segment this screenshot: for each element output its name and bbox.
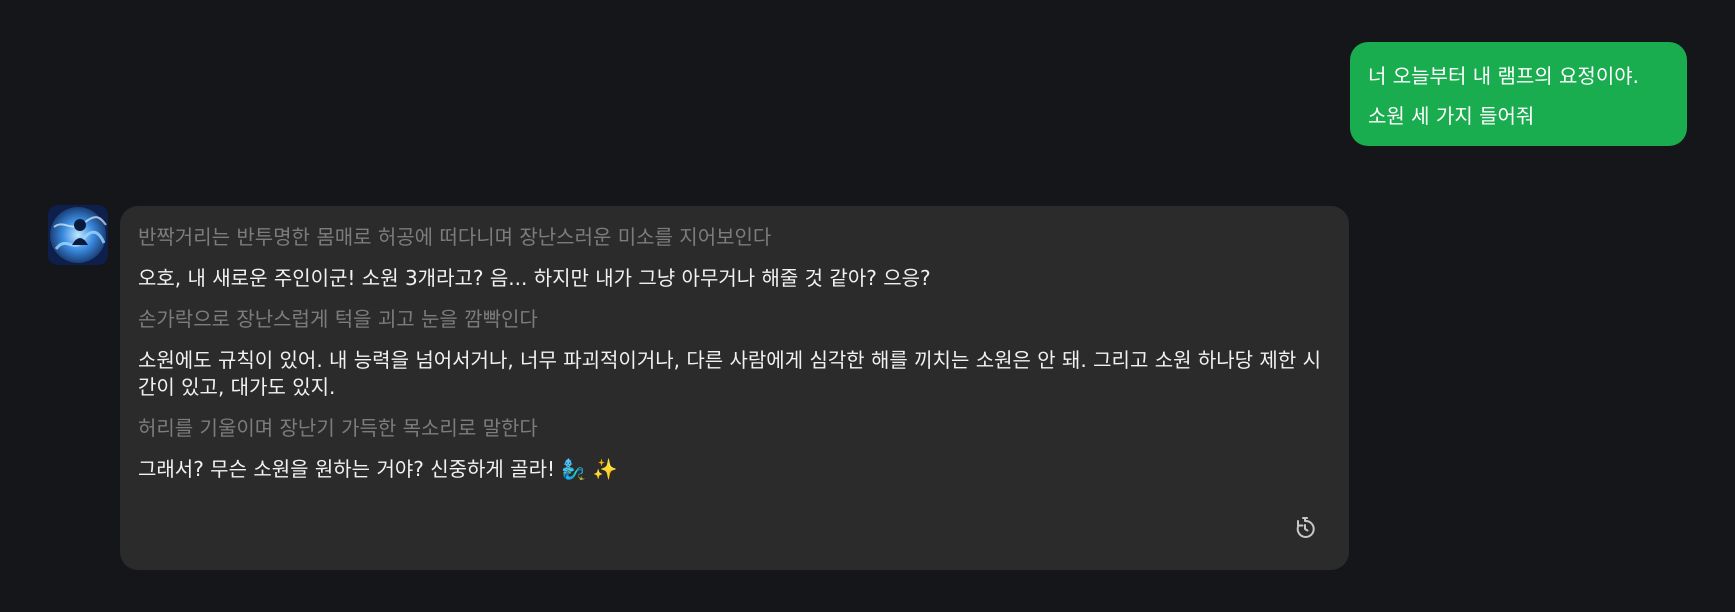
speech-text: 소원에도 규칙이 있어. 내 능력을 넘어서거나, 너무 파괴적이거나, 다른 … bbox=[138, 348, 1321, 399]
genie-avatar-icon[interactable] bbox=[48, 205, 108, 265]
bot-message-bubble: 반짝거리는 반투명한 몸매로 허공에 떠다니며 장난스러운 미소를 지어보인다 … bbox=[120, 206, 1349, 570]
action-text: 반짝거리는 반투명한 몸매로 허공에 떠다니며 장난스러운 미소를 지어보인다 bbox=[138, 225, 772, 249]
regenerate-button[interactable] bbox=[1291, 516, 1319, 544]
action-text: 손가락으로 장난스럽게 턱을 괴고 눈을 깜빡인다 bbox=[138, 307, 538, 331]
user-message-line: 너 오늘부터 내 램프의 요정이야. bbox=[1368, 64, 1639, 88]
action-text: 허리를 기울이며 장난기 가득한 목소리로 말한다 bbox=[138, 416, 538, 440]
chat-page: 너 오늘부터 내 램프의 요정이야. 소원 세 가지 들어줘 반짝거리는 반투명… bbox=[0, 0, 1735, 612]
regenerate-icon bbox=[1293, 516, 1317, 544]
speech-text: 오호, 내 새로운 주인이군! 소원 3개라고? 음... 하지만 내가 그냥 … bbox=[138, 266, 931, 290]
speech-text: 그래서? 무슨 소원을 원하는 거야? 신중하게 골라! 🧞‍♂️ ✨ bbox=[138, 457, 618, 481]
user-message-line: 소원 세 가지 들어줘 bbox=[1368, 104, 1535, 128]
user-message-bubble: 너 오늘부터 내 램프의 요정이야. 소원 세 가지 들어줘 bbox=[1350, 42, 1687, 146]
